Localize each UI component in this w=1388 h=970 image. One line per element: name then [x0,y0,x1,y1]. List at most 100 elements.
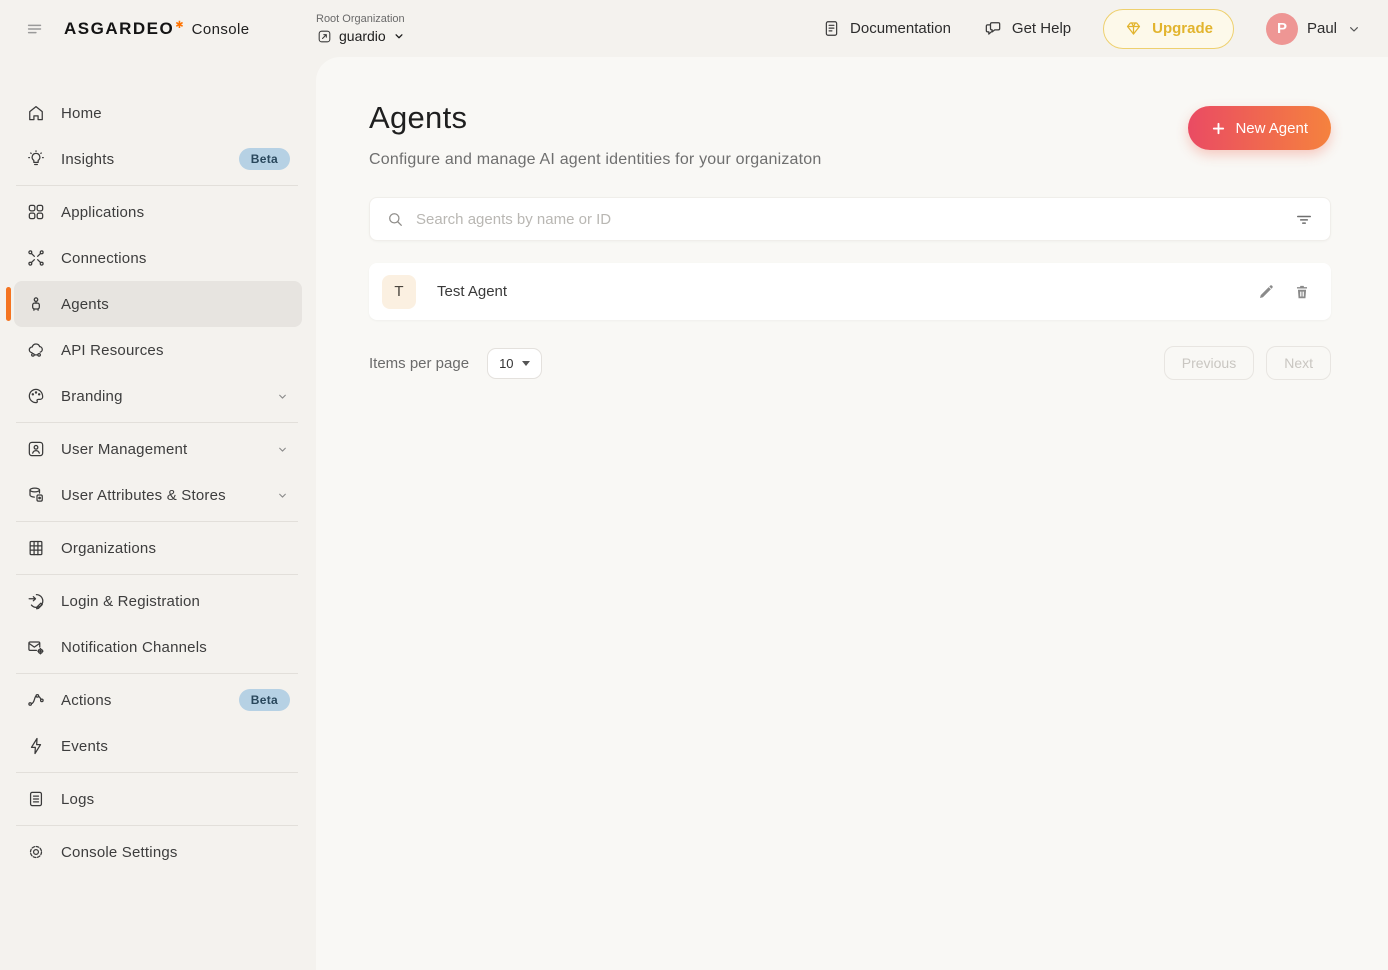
org-switcher-row: guardio [316,28,406,45]
get-help-label: Get Help [1012,20,1071,37]
logo-text: ASGARDEO [64,19,174,39]
sidebar-item-user-management[interactable]: User Management [14,426,302,472]
selected-accent-bar [6,287,11,321]
main-panel: Agents Configure and manage AI agent ide… [316,57,1388,970]
agent-avatar: T [382,275,416,309]
sidebar-item-label: Events [61,738,290,755]
sidebar-item-events[interactable]: Events [14,723,302,769]
user-management-icon [26,439,46,459]
filter-icon[interactable] [1294,209,1314,229]
sidebar-item-branding[interactable]: Branding [14,373,302,419]
search-input[interactable] [416,211,1283,228]
console-settings-icon [26,842,46,862]
sidebar-item-label: Organizations [61,540,290,557]
actions-icon [26,690,46,710]
sidebar-item-logs[interactable]: Logs [14,776,302,822]
sidebar-item-login-registration[interactable]: Login & Registration [14,578,302,624]
search-bar [369,197,1331,241]
sidebar-divider [16,673,298,674]
sidebar-divider [16,825,298,826]
sidebar-item-organizations[interactable]: Organizations [14,525,302,571]
sidebar-item-actions[interactable]: Actions Beta [14,677,302,723]
product-label: Console [192,21,250,38]
api-resources-icon [26,340,46,360]
sidebar-item-home[interactable]: Home [14,90,302,136]
org-switcher-icon [316,28,333,45]
page-size-value: 10 [499,356,513,371]
sidebar-divider [16,185,298,186]
agent-list-item[interactable]: T Test Agent [369,263,1331,320]
user-name: Paul [1307,20,1337,37]
beta-badge: Beta [239,148,290,170]
sidebar-item-label: User Management [61,441,260,458]
sidebar-item-insights[interactable]: Insights Beta [14,136,302,182]
caret-down-icon [522,361,530,366]
sidebar-divider [16,521,298,522]
org-switcher-label: Root Organization [316,13,406,25]
logs-icon [26,789,46,809]
get-help-link[interactable]: Get Help [983,19,1071,39]
user-avatar: P [1266,13,1298,45]
chevron-down-icon [275,488,290,503]
sidebar-item-label: Actions [61,692,224,709]
user-chevron-down-icon [1346,21,1362,37]
sidebar-item-user-attributes-stores[interactable]: User Attributes & Stores [14,472,302,518]
pagination-bar: Items per page 10 Previous Next [369,346,1331,380]
edit-icon[interactable] [1257,283,1275,301]
hamburger-icon[interactable] [24,18,46,40]
sidebar-item-label: API Resources [61,342,290,359]
sidebar-item-api-resources[interactable]: API Resources [14,327,302,373]
documentation-link[interactable]: Documentation [822,19,951,38]
user-attributes-icon [26,485,46,505]
delete-icon[interactable] [1293,283,1311,301]
organizations-icon [26,538,46,558]
previous-page-button[interactable]: Previous [1164,346,1254,380]
new-agent-label: New Agent [1235,120,1308,137]
upgrade-label: Upgrade [1152,20,1213,37]
applications-icon [26,202,46,222]
sidebar-item-label: Connections [61,250,290,267]
sidebar-divider [16,422,298,423]
new-agent-button[interactable]: New Agent [1188,106,1331,150]
beta-badge: Beta [239,689,290,711]
documentation-icon [822,19,841,38]
next-page-button[interactable]: Next [1266,346,1331,380]
sidebar-item-notification-channels[interactable]: Notification Channels [14,624,302,670]
notification-channels-icon [26,637,46,657]
sidebar-item-label: Home [61,105,290,122]
items-per-page-label: Items per page [369,355,469,372]
sidebar-item-label: Logs [61,791,290,808]
asgardeo-console-app: ASGARDEO✱ Console Root Organization guar… [0,0,1388,970]
sidebar-item-label: Applications [61,204,290,221]
connections-icon [26,248,46,268]
insights-icon [26,149,46,169]
sidebar-item-console-settings[interactable]: Console Settings [14,829,302,875]
home-icon [26,103,46,123]
sidebar-item-agents[interactable]: Agents [14,281,302,327]
org-switcher[interactable]: Root Organization guardio [316,13,406,45]
top-bar: ASGARDEO✱ Console Root Organization guar… [0,0,1388,57]
sidebar-item-label: Agents [61,296,290,313]
gem-icon [1124,19,1143,38]
sidebar-divider [16,574,298,575]
agent-row-actions [1257,283,1311,301]
user-menu[interactable]: P Paul [1266,13,1362,45]
events-icon [26,736,46,756]
page-header-text: Agents Configure and manage AI agent ide… [369,100,822,169]
sidebar-item-applications[interactable]: Applications [14,189,302,235]
plus-icon [1211,121,1226,136]
sidebar: Home Insights Beta Applications [0,57,316,970]
org-chevron-down-icon [392,29,406,43]
org-name: guardio [339,28,386,44]
asgardeo-logo: ASGARDEO✱ Console [64,19,249,39]
sidebar-item-label: Console Settings [61,844,290,861]
login-registration-icon [26,591,46,611]
sidebar-item-connections[interactable]: Connections [14,235,302,281]
sidebar-item-label: Insights [61,151,224,168]
sidebar-divider [16,772,298,773]
upgrade-button[interactable]: Upgrade [1103,9,1234,49]
page-size-select[interactable]: 10 [487,348,541,379]
get-help-icon [983,19,1003,39]
chevron-down-icon [275,389,290,404]
sidebar-item-label: Login & Registration [61,593,290,610]
